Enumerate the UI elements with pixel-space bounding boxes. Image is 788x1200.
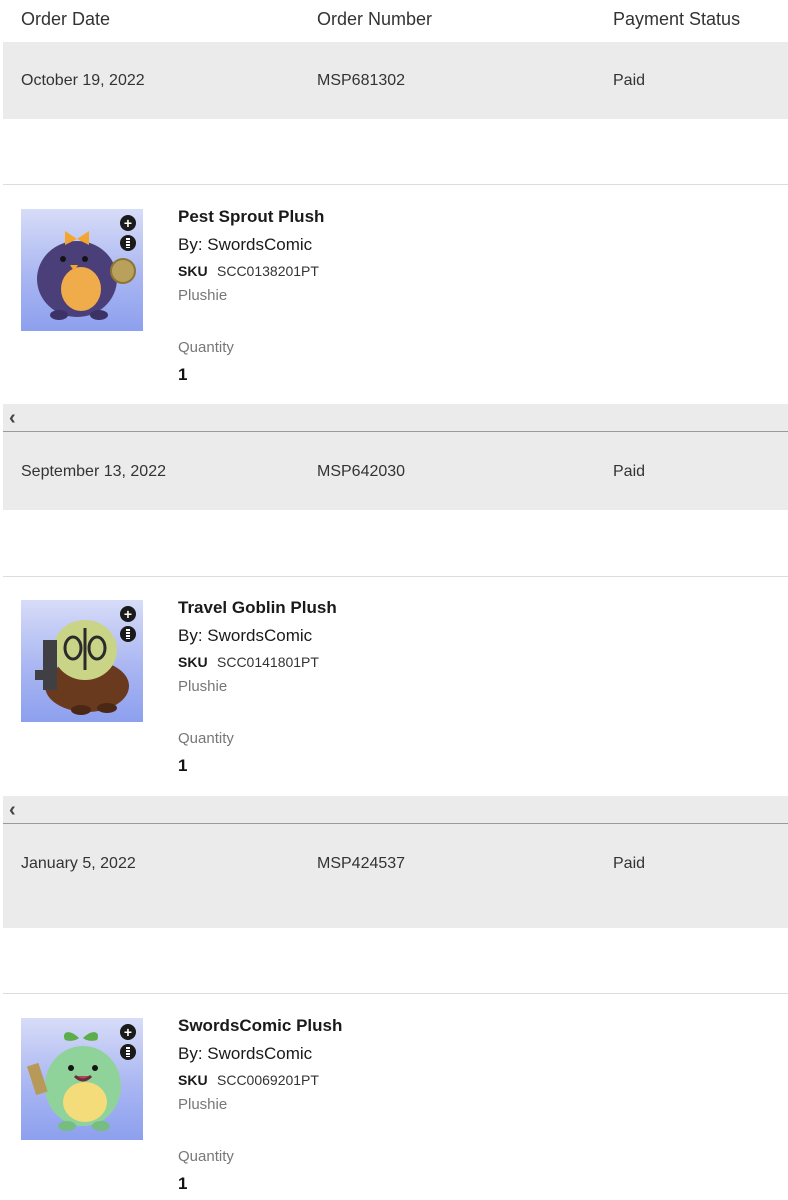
header-order-number: Order Number bbox=[317, 9, 433, 29]
order-summary-row[interactable]: January 5, 2022 MSP424537 Paid bbox=[3, 824, 788, 928]
quantity-label: Quantity bbox=[178, 339, 234, 356]
quantity-label: Quantity bbox=[178, 1148, 234, 1165]
collapse-bar[interactable]: ‹ bbox=[3, 796, 788, 824]
payment-status: Paid bbox=[613, 72, 646, 89]
product-title[interactable]: SwordsComic Plush bbox=[178, 1016, 342, 1036]
quantity-value: 1 bbox=[178, 365, 188, 384]
collapse-bar[interactable]: ‹ bbox=[3, 404, 788, 432]
header-order-date: Order Date bbox=[21, 9, 111, 29]
header-payment-status: Payment Status bbox=[613, 9, 741, 29]
sku-value: SCC0138201PT bbox=[217, 263, 319, 279]
sku-value: SCC0069201PT bbox=[217, 1072, 319, 1088]
sku-value: SCC0141801PT bbox=[217, 654, 319, 670]
product-title[interactable]: Travel Goblin Plush bbox=[178, 598, 337, 618]
divider bbox=[3, 184, 788, 185]
quantity-value: 1 bbox=[178, 1174, 188, 1193]
product-title[interactable]: Pest Sprout Plush bbox=[178, 207, 324, 227]
sku-label: SKU bbox=[178, 263, 208, 279]
purple-plush-image[interactable]: + bbox=[21, 209, 143, 331]
product-type: Plushie bbox=[178, 287, 228, 304]
orders-table-header: Order Date Order Number Payment Status bbox=[0, 0, 788, 40]
sku-label: SKU bbox=[178, 654, 208, 670]
order-summary-row[interactable]: September 13, 2022 MSP642030 Paid bbox=[3, 432, 788, 510]
info-icon[interactable] bbox=[120, 235, 136, 251]
plus-circle-icon[interactable]: + bbox=[120, 215, 136, 231]
plus-circle-icon[interactable]: + bbox=[120, 606, 136, 622]
payment-status: Paid bbox=[613, 855, 646, 872]
info-icon[interactable] bbox=[120, 626, 136, 642]
goblin-plush-image[interactable]: + bbox=[21, 600, 143, 722]
order-date: January 5, 2022 bbox=[21, 855, 136, 872]
green-plush-image[interactable]: + bbox=[21, 1018, 143, 1140]
payment-status: Paid bbox=[613, 463, 646, 480]
quantity-value: 1 bbox=[178, 756, 188, 775]
order-number: MSP642030 bbox=[317, 463, 406, 480]
product-author: By: SwordsComic bbox=[178, 1044, 313, 1063]
order-summary-row[interactable]: October 19, 2022 MSP681302 Paid bbox=[3, 42, 788, 119]
chevron-left-icon[interactable]: ‹ bbox=[9, 799, 16, 822]
divider bbox=[3, 576, 788, 577]
product-type: Plushie bbox=[178, 678, 228, 695]
product-type: Plushie bbox=[178, 1096, 228, 1113]
order-number: MSP681302 bbox=[317, 72, 406, 89]
order-date: September 13, 2022 bbox=[21, 463, 166, 480]
product-author: By: SwordsComic bbox=[178, 235, 313, 254]
info-icon[interactable] bbox=[120, 1044, 136, 1060]
order-number: MSP424537 bbox=[317, 855, 406, 872]
sku-label: SKU bbox=[178, 1072, 208, 1088]
plus-circle-icon[interactable]: + bbox=[120, 1024, 136, 1040]
product-author: By: SwordsComic bbox=[178, 626, 313, 645]
chevron-left-icon[interactable]: ‹ bbox=[9, 407, 16, 430]
divider bbox=[3, 993, 788, 994]
quantity-label: Quantity bbox=[178, 730, 234, 747]
order-date: October 19, 2022 bbox=[21, 72, 145, 89]
